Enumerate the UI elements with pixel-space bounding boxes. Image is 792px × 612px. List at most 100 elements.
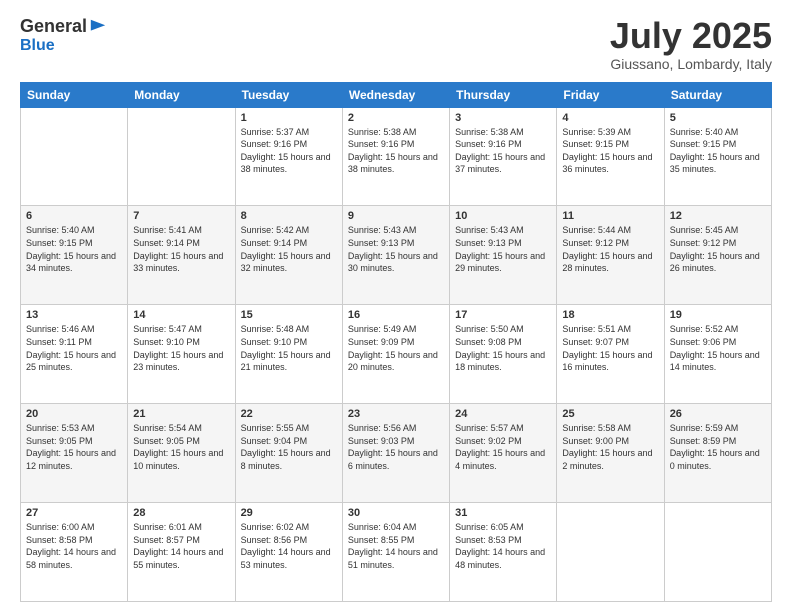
day-info: Sunrise: 5:56 AM Sunset: 9:03 PM Dayligh… [348, 422, 444, 472]
day-number: 15 [241, 309, 337, 321]
day-info: Sunrise: 5:43 AM Sunset: 9:13 PM Dayligh… [348, 224, 444, 274]
day-info: Sunrise: 5:51 AM Sunset: 9:07 PM Dayligh… [562, 323, 658, 373]
title-block: July 2025 Giussano, Lombardy, Italy [610, 16, 772, 72]
day-number: 19 [670, 309, 766, 321]
day-cell: 10Sunrise: 5:43 AM Sunset: 9:13 PM Dayli… [450, 206, 557, 305]
day-number: 23 [348, 408, 444, 420]
day-number: 24 [455, 408, 551, 420]
day-info: Sunrise: 5:50 AM Sunset: 9:08 PM Dayligh… [455, 323, 551, 373]
column-header-sunday: Sunday [21, 82, 128, 107]
week-row-4: 20 Sunrise: 5:53 AM Sunset: 9:05 PM Dayli… [21, 404, 772, 503]
week-row-2: 6Sunrise: 5:40 AM Sunset: 9:15 PM Daylig… [21, 206, 772, 305]
logo-flag-icon [89, 18, 107, 36]
day-cell: 15 Sunrise: 5:48 AM Sunset: 9:10 PM Dayli… [235, 305, 342, 404]
day-info: Sunrise: 5:47 AM Sunset: 9:10 PM Dayligh… [133, 323, 229, 373]
day-number: 17 [455, 309, 551, 321]
day-info: Sunrise: 5:46 AM Sunset: 9:11 PM Dayligh… [26, 323, 122, 373]
day-number: 21 [133, 408, 229, 420]
day-cell: 8 Sunrise: 5:42 AM Sunset: 9:14 PM Daylig… [235, 206, 342, 305]
day-cell: 27Sunrise: 6:00 AM Sunset: 8:58 PM Dayli… [21, 503, 128, 602]
day-info: Sunrise: 6:04 AM Sunset: 8:55 PM Dayligh… [348, 521, 444, 571]
day-number: 13 [26, 309, 122, 321]
day-number: 25 [562, 408, 658, 420]
day-number: 11 [562, 210, 658, 222]
day-number: 3 [455, 112, 551, 124]
column-header-thursday: Thursday [450, 82, 557, 107]
day-cell [128, 107, 235, 206]
day-cell: 23 Sunrise: 5:56 AM Sunset: 9:03 PM Dayli… [342, 404, 449, 503]
column-header-monday: Monday [128, 82, 235, 107]
day-number: 28 [133, 507, 229, 519]
day-cell: 14 Sunrise: 5:47 AM Sunset: 9:10 PM Dayli… [128, 305, 235, 404]
day-cell: 1Sunrise: 5:37 AM Sunset: 9:16 PM Daylig… [235, 107, 342, 206]
column-header-wednesday: Wednesday [342, 82, 449, 107]
day-number: 22 [241, 408, 337, 420]
week-row-5: 27Sunrise: 6:00 AM Sunset: 8:58 PM Dayli… [21, 503, 772, 602]
day-cell [664, 503, 771, 602]
day-cell: 2 Sunrise: 5:38 AM Sunset: 9:16 PM Daylig… [342, 107, 449, 206]
day-cell: 30 Sunrise: 6:04 AM Sunset: 8:55 PM Dayli… [342, 503, 449, 602]
day-info: Sunrise: 5:39 AM Sunset: 9:15 PM Dayligh… [562, 126, 658, 176]
day-number: 6 [26, 210, 122, 222]
day-cell: 4Sunrise: 5:39 AM Sunset: 9:15 PM Daylig… [557, 107, 664, 206]
day-cell: 31 Sunrise: 6:05 AM Sunset: 8:53 PM Dayli… [450, 503, 557, 602]
day-info: Sunrise: 5:55 AM Sunset: 9:04 PM Dayligh… [241, 422, 337, 472]
day-info: Sunrise: 5:52 AM Sunset: 9:06 PM Dayligh… [670, 323, 766, 373]
day-cell [557, 503, 664, 602]
day-cell: 22 Sunrise: 5:55 AM Sunset: 9:04 PM Dayli… [235, 404, 342, 503]
month-title: July 2025 [610, 16, 772, 56]
day-cell: 16Sunrise: 5:49 AM Sunset: 9:09 PM Dayli… [342, 305, 449, 404]
day-cell: 19 Sunrise: 5:52 AM Sunset: 9:06 PM Dayli… [664, 305, 771, 404]
day-info: Sunrise: 5:40 AM Sunset: 9:15 PM Dayligh… [670, 126, 766, 176]
day-number: 12 [670, 210, 766, 222]
day-info: Sunrise: 5:45 AM Sunset: 9:12 PM Dayligh… [670, 224, 766, 274]
day-info: Sunrise: 5:48 AM Sunset: 9:10 PM Dayligh… [241, 323, 337, 373]
day-cell: 20 Sunrise: 5:53 AM Sunset: 9:05 PM Dayli… [21, 404, 128, 503]
day-cell: 13 Sunrise: 5:46 AM Sunset: 9:11 PM Dayli… [21, 305, 128, 404]
day-number: 7 [133, 210, 229, 222]
day-cell: 9Sunrise: 5:43 AM Sunset: 9:13 PM Daylig… [342, 206, 449, 305]
week-row-1: 1Sunrise: 5:37 AM Sunset: 9:16 PM Daylig… [21, 107, 772, 206]
day-number: 10 [455, 210, 551, 222]
day-number: 31 [455, 507, 551, 519]
day-info: Sunrise: 5:42 AM Sunset: 9:14 PM Dayligh… [241, 224, 337, 274]
day-number: 26 [670, 408, 766, 420]
day-cell: 7 Sunrise: 5:41 AM Sunset: 9:14 PM Daylig… [128, 206, 235, 305]
day-cell [21, 107, 128, 206]
day-info: Sunrise: 5:37 AM Sunset: 9:16 PM Dayligh… [241, 126, 337, 176]
column-header-saturday: Saturday [664, 82, 771, 107]
calendar-header-row: SundayMondayTuesdayWednesdayThursdayFrid… [21, 82, 772, 107]
column-header-tuesday: Tuesday [235, 82, 342, 107]
day-number: 8 [241, 210, 337, 222]
day-info: Sunrise: 5:44 AM Sunset: 9:12 PM Dayligh… [562, 224, 658, 274]
day-cell: 28Sunrise: 6:01 AM Sunset: 8:57 PM Dayli… [128, 503, 235, 602]
day-number: 14 [133, 309, 229, 321]
day-cell: 3 Sunrise: 5:38 AM Sunset: 9:16 PM Daylig… [450, 107, 557, 206]
day-info: Sunrise: 5:38 AM Sunset: 9:16 PM Dayligh… [455, 126, 551, 176]
day-cell: 18 Sunrise: 5:51 AM Sunset: 9:07 PM Dayli… [557, 305, 664, 404]
day-number: 27 [26, 507, 122, 519]
day-cell: 5 Sunrise: 5:40 AM Sunset: 9:15 PM Daylig… [664, 107, 771, 206]
day-info: Sunrise: 5:41 AM Sunset: 9:14 PM Dayligh… [133, 224, 229, 274]
day-cell: 11 Sunrise: 5:44 AM Sunset: 9:12 PM Dayli… [557, 206, 664, 305]
column-header-friday: Friday [557, 82, 664, 107]
calendar: SundayMondayTuesdayWednesdayThursdayFrid… [20, 82, 772, 602]
day-cell: 6Sunrise: 5:40 AM Sunset: 9:15 PM Daylig… [21, 206, 128, 305]
day-info: Sunrise: 5:54 AM Sunset: 9:05 PM Dayligh… [133, 422, 229, 472]
day-number: 18 [562, 309, 658, 321]
location: Giussano, Lombardy, Italy [610, 56, 772, 72]
day-info: Sunrise: 5:49 AM Sunset: 9:09 PM Dayligh… [348, 323, 444, 373]
day-info: Sunrise: 6:02 AM Sunset: 8:56 PM Dayligh… [241, 521, 337, 571]
day-cell: 24 Sunrise: 5:57 AM Sunset: 9:02 PM Dayli… [450, 404, 557, 503]
day-number: 20 [26, 408, 122, 420]
day-info: Sunrise: 5:58 AM Sunset: 9:00 PM Dayligh… [562, 422, 658, 472]
day-cell: 12 Sunrise: 5:45 AM Sunset: 9:12 PM Dayli… [664, 206, 771, 305]
day-number: 30 [348, 507, 444, 519]
day-info: Sunrise: 5:38 AM Sunset: 9:16 PM Dayligh… [348, 126, 444, 176]
day-info: Sunrise: 6:05 AM Sunset: 8:53 PM Dayligh… [455, 521, 551, 571]
logo: General Blue [20, 16, 107, 55]
day-info: Sunrise: 5:57 AM Sunset: 9:02 PM Dayligh… [455, 422, 551, 472]
day-number: 5 [670, 112, 766, 124]
day-number: 2 [348, 112, 444, 124]
day-info: Sunrise: 5:53 AM Sunset: 9:05 PM Dayligh… [26, 422, 122, 472]
